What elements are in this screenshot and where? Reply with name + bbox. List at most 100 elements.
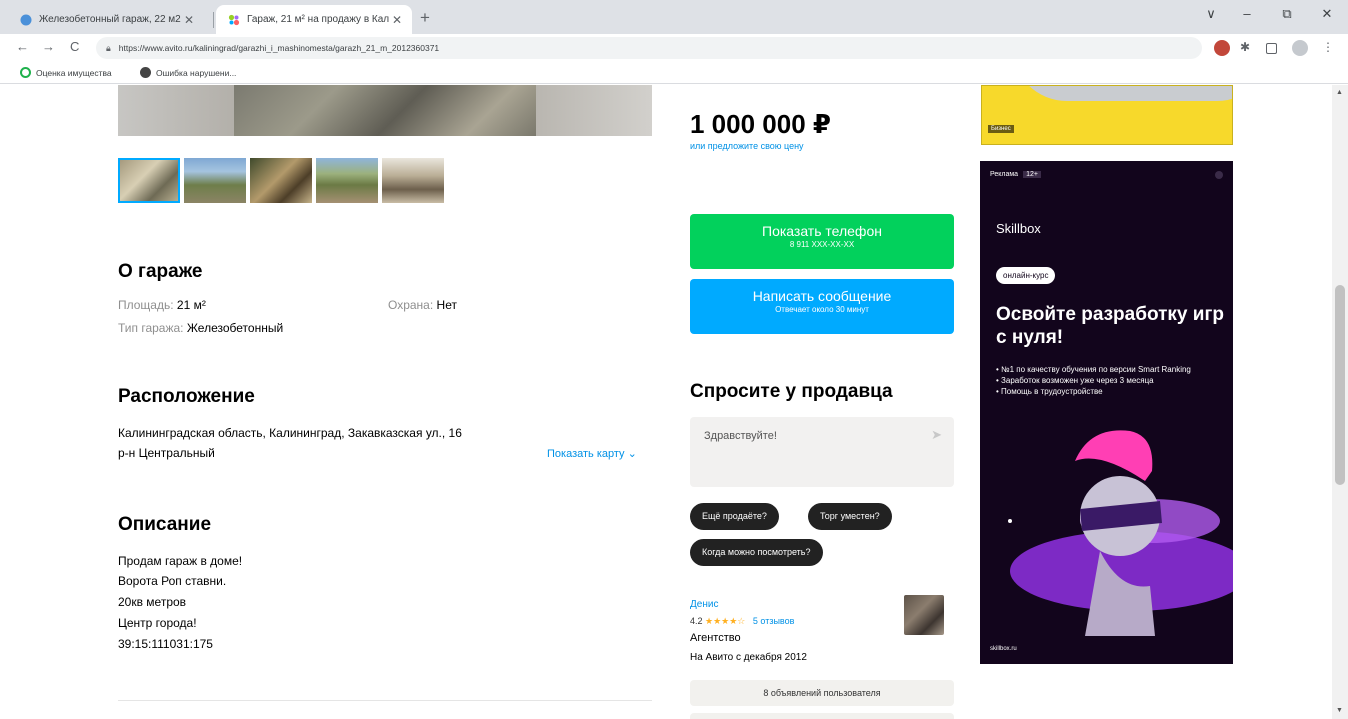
tab-title: Гараж, 21 м² на продажу в Кал <box>247 14 390 25</box>
seller-since: На Авито с декабря 2012 <box>690 652 807 663</box>
thumbnail[interactable] <box>118 158 180 203</box>
globe-icon <box>20 14 32 25</box>
ad-pill: онлайн-курс <box>996 267 1056 284</box>
show-map-link[interactable]: Показать карту ⌄ <box>547 447 637 460</box>
chevron-down-icon: ⌄ <box>627 448 637 460</box>
reviews-link[interactable]: 5 отзывов <box>753 616 795 626</box>
close-tab-icon[interactable]: ✕ <box>182 13 196 27</box>
close-tab-icon[interactable]: ✕ <box>390 13 404 27</box>
close-window-button[interactable]: ✕ <box>1312 6 1342 22</box>
thumbnail[interactable] <box>250 158 312 203</box>
description-title: Описание <box>118 514 212 535</box>
scroll-down-icon[interactable]: ▼ <box>1336 707 1343 714</box>
message-text: Здравствуйте! <box>704 430 777 442</box>
type-value: Железобетонный <box>186 321 284 335</box>
thumbnail[interactable] <box>184 158 246 203</box>
profile-avatar-icon[interactable] <box>1292 40 1308 56</box>
age-rating: 12+ <box>1023 171 1041 178</box>
address-bar[interactable]: 🔒︎ https://www.avito.ru/kaliningrad/gara… <box>96 37 1202 59</box>
address: Калининградская область, Калининград, За… <box>118 426 462 440</box>
tab-garage-21[interactable]: Гараж, 21 м² на продажу в Кал ✕ <box>216 5 412 34</box>
ad-banner-yellow[interactable]: Бизнес <box>981 85 1233 145</box>
scroll-up-icon[interactable]: ▲ <box>1336 89 1343 96</box>
type-label: Тип гаража: <box>118 321 184 335</box>
description-line: Ворота Роп ставни. <box>118 574 227 588</box>
guard-row: Охрана: Нет <box>388 298 457 312</box>
guard-value: Нет <box>436 298 457 312</box>
section-divider <box>118 700 652 701</box>
description-line: Центр города! <box>118 616 197 630</box>
ad-headline: Освойте разработку игр с нуля! <box>996 304 1224 348</box>
restore-button[interactable]: ⧉ <box>1272 6 1302 22</box>
tab-title: Железобетонный гараж, 22 м2 <box>39 14 181 25</box>
seller-rating: 4.2 ★★★★☆ 5 отзывов <box>690 616 794 627</box>
ad-domain: skillbox.ru <box>990 646 1017 652</box>
forward-button[interactable]: → <box>42 39 55 54</box>
ad-point: • Помощь в трудоустройстве <box>996 387 1103 396</box>
bookmarks-bar: Оценка имущества Ошибка нарушени... <box>0 62 1348 84</box>
reload-button[interactable]: C <box>70 39 79 54</box>
phone-mask: 8 911 XXX-XX-XX <box>789 240 855 249</box>
new-tab-button[interactable]: + <box>420 8 430 28</box>
lock-icon[interactable]: 🔒︎ <box>106 43 111 54</box>
description-line: 20кв метров <box>118 595 187 609</box>
bookmark-valuation[interactable]: Оценка имущества <box>20 67 112 78</box>
quick-question-chip[interactable]: Ещё продаёте? <box>690 503 779 530</box>
show-phone-label: Показать телефон <box>762 223 882 239</box>
description-line: 39:15:111031:175 <box>118 637 213 651</box>
quick-question-chip[interactable]: Торг уместен? <box>808 503 892 530</box>
tab-separator <box>213 12 214 28</box>
ad-options-icon[interactable] <box>1215 171 1223 179</box>
thumbnail[interactable] <box>316 158 378 203</box>
thumbnail[interactable] <box>382 158 444 203</box>
write-message-label: Написать сообщение <box>752 288 892 304</box>
ad-label: Реклама 12+ <box>990 171 1041 178</box>
avito-logo-icon <box>228 14 240 25</box>
seller-avatar[interactable] <box>904 595 944 635</box>
area-value: 21 м² <box>176 298 206 312</box>
menu-dots-icon[interactable]: ⋮ <box>1322 40 1334 56</box>
page-scrollbar[interactable]: ▲ ▼ <box>1332 85 1348 719</box>
area-row: Площадь: 21 м² <box>118 298 206 312</box>
type-row: Тип гаража: Железобетонный <box>118 321 283 335</box>
seller-message-input[interactable]: Здравствуйте! ➤ <box>690 417 954 487</box>
guard-label: Охрана: <box>388 298 434 312</box>
suggest-price-link[interactable]: или предложите свою цену <box>690 141 804 151</box>
send-icon[interactable]: ➤ <box>931 427 942 443</box>
ad-point: • Заработок возможен уже через 3 месяца <box>996 376 1154 385</box>
next-button[interactable] <box>690 713 954 719</box>
url-text: https://www.avito.ru/kaliningrad/garazhi… <box>118 43 440 53</box>
rating-value: 4.2 <box>690 616 703 626</box>
scrollbar-thumb[interactable] <box>1335 285 1345 485</box>
bookmark-error[interactable]: Ошибка нарушени... <box>140 67 236 78</box>
ad-points: • №1 по качеству обучения по версии Smar… <box>996 364 1226 397</box>
back-button[interactable]: ← <box>16 39 29 54</box>
area-label: Площадь: <box>118 298 174 312</box>
seller-type: Агентство <box>690 632 741 644</box>
district: р-н Центральный <box>118 446 215 460</box>
tab-strip: Железобетонный гараж, 22 м2 ✕ Гараж, 21 … <box>0 0 1348 34</box>
write-message-button[interactable]: Написать сообщение Отвечает около 30 мин… <box>690 279 954 334</box>
main-photo[interactable] <box>118 85 652 136</box>
ask-seller-title: Спросите у продавца <box>690 381 893 402</box>
bookmark-icon <box>20 67 31 78</box>
seller-ads-button[interactable]: 8 объявлений пользователя <box>690 680 954 706</box>
puzzle-icon[interactable]: ✱ <box>1240 40 1256 56</box>
rating-stars-icon: ★★★★☆ <box>705 616 746 626</box>
ad-banner-skillbox[interactable]: Реклама 12+ Skillbox онлайн-курс Освойте … <box>980 161 1233 664</box>
minimize-button[interactable]: – <box>1232 6 1262 21</box>
location-title: Расположение <box>118 386 255 407</box>
ad-tag: Бизнес <box>988 125 1014 133</box>
extension-icon[interactable] <box>1214 40 1230 56</box>
ad-point: • №1 по качеству обучения по версии Smar… <box>996 365 1191 374</box>
ad-brand: Skillbox <box>996 221 1041 236</box>
seller-name-link[interactable]: Денис <box>690 599 718 610</box>
quick-question-chip[interactable]: Когда можно посмотреть? <box>690 539 823 566</box>
side-panel-icon[interactable] <box>1266 43 1277 54</box>
toolbar: ← → C 🔒︎ https://www.avito.ru/kaliningra… <box>0 34 1348 62</box>
show-phone-button[interactable]: Показать телефон 8 911 XXX-XX-XX <box>690 214 954 269</box>
description-line: Продам гараж в доме! <box>118 554 243 568</box>
tab-search-icon[interactable]: ∨ <box>1196 6 1226 22</box>
ad-illustration <box>1008 430 1233 636</box>
tab-zhb-garage[interactable]: Железобетонный гараж, 22 м2 ✕ <box>8 5 204 34</box>
